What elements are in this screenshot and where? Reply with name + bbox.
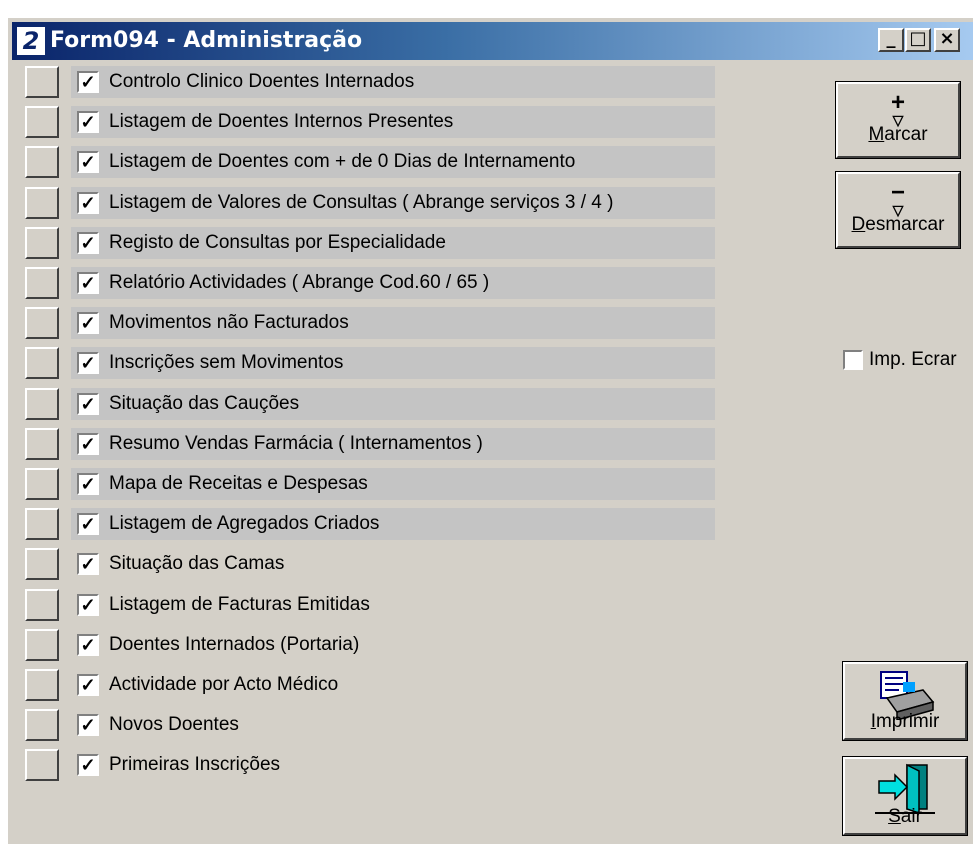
row-selector-button[interactable] bbox=[25, 146, 59, 178]
report-checkbox[interactable]: ✓ bbox=[77, 553, 99, 575]
report-checkbox[interactable]: ✓ bbox=[77, 754, 99, 776]
row-selector-button[interactable] bbox=[25, 307, 59, 339]
report-checkbox[interactable]: ✓ bbox=[77, 312, 99, 334]
report-checkbox[interactable]: ✓ bbox=[77, 272, 99, 294]
row-selector-button[interactable] bbox=[25, 388, 59, 420]
report-checkbox[interactable]: ✓ bbox=[77, 513, 99, 535]
report-checkbox[interactable]: ✓ bbox=[77, 71, 99, 93]
report-checkbox[interactable]: ✓ bbox=[77, 594, 99, 616]
report-checkbox[interactable]: ✓ bbox=[77, 393, 99, 415]
report-checkbox[interactable]: ✓ bbox=[77, 634, 99, 656]
minus-check-icon: − ▽ bbox=[890, 179, 905, 218]
report-label[interactable]: Doentes Internados (Portaria) bbox=[109, 629, 359, 661]
minimize-button[interactable]: _ bbox=[878, 28, 904, 52]
row-selector-button[interactable] bbox=[25, 227, 59, 259]
report-label[interactable]: Controlo Clinico Doentes Internados bbox=[109, 66, 414, 98]
row-selector-button[interactable] bbox=[25, 589, 59, 621]
row-selector-button[interactable] bbox=[25, 66, 59, 98]
report-label[interactable]: Listagem de Doentes Internos Presentes bbox=[109, 106, 453, 138]
app-icon: 2 bbox=[17, 27, 45, 55]
report-label[interactable]: Listagem de Agregados Criados bbox=[109, 508, 379, 540]
report-label[interactable]: Mapa de Receitas e Despesas bbox=[109, 468, 368, 500]
maximize-button[interactable]: □ bbox=[905, 28, 931, 52]
report-checkbox[interactable]: ✓ bbox=[77, 111, 99, 133]
row-selector-button[interactable] bbox=[25, 508, 59, 540]
report-label[interactable]: Relatório Actividades ( Abrange Cod.60 /… bbox=[109, 267, 489, 299]
sair-button[interactable]: Sair bbox=[842, 756, 968, 836]
row-selector-button[interactable] bbox=[25, 749, 59, 781]
report-label[interactable]: Situação das Cauções bbox=[109, 388, 299, 420]
title-bar[interactable]: 2 Form094 - Administração _ □ × bbox=[12, 22, 973, 60]
report-label[interactable]: Resumo Vendas Farmácia ( Internamentos ) bbox=[109, 428, 483, 460]
report-checkbox[interactable]: ✓ bbox=[77, 352, 99, 374]
row-selector-button[interactable] bbox=[25, 428, 59, 460]
imp-ecrar-label[interactable]: Imp. Ecrar bbox=[869, 346, 957, 374]
report-checkbox[interactable]: ✓ bbox=[77, 473, 99, 495]
row-selector-button[interactable] bbox=[25, 669, 59, 701]
close-button[interactable]: × bbox=[934, 28, 960, 52]
report-checkbox[interactable]: ✓ bbox=[77, 151, 99, 173]
report-checkbox[interactable]: ✓ bbox=[77, 232, 99, 254]
report-label[interactable]: Listagem de Facturas Emitidas bbox=[109, 589, 370, 621]
row-selector-button[interactable] bbox=[25, 267, 59, 299]
row-selector-button[interactable] bbox=[25, 629, 59, 661]
row-selector-button[interactable] bbox=[25, 347, 59, 379]
row-selector-button[interactable] bbox=[25, 709, 59, 741]
desmarcar-label: Desmarcar bbox=[851, 214, 945, 235]
window-title: Form094 - Administração bbox=[50, 28, 363, 53]
report-label[interactable]: Actividade por Acto Médico bbox=[109, 669, 338, 701]
sair-label: Sair bbox=[888, 806, 922, 827]
imp-ecrar-checkbox[interactable] bbox=[843, 350, 863, 370]
row-selector-button[interactable] bbox=[25, 106, 59, 138]
report-label[interactable]: Listagem de Doentes com + de 0 Dias de I… bbox=[109, 146, 575, 178]
imprimir-label: Imprimir bbox=[870, 711, 940, 732]
marcar-button[interactable]: + ▽ Marcar bbox=[835, 81, 961, 159]
plus-check-icon: + ▽ bbox=[890, 89, 905, 128]
report-checkbox[interactable]: ✓ bbox=[77, 714, 99, 736]
form094-window: 2 Form094 - Administração _ □ × ✓ Control… bbox=[8, 18, 973, 844]
marcar-label: Marcar bbox=[868, 124, 928, 145]
row-selector-button[interactable] bbox=[25, 468, 59, 500]
report-label[interactable]: Novos Doentes bbox=[109, 709, 239, 741]
report-checkbox[interactable]: ✓ bbox=[77, 433, 99, 455]
desmarcar-button[interactable]: − ▽ Desmarcar bbox=[835, 171, 961, 249]
report-label[interactable]: Movimentos não Facturados bbox=[109, 307, 349, 339]
row-selector-button[interactable] bbox=[25, 548, 59, 580]
report-label[interactable]: Primeiras Inscrições bbox=[109, 749, 280, 781]
report-label[interactable]: Inscrições sem Movimentos bbox=[109, 347, 343, 379]
report-label[interactable]: Situação das Camas bbox=[109, 548, 284, 580]
report-label[interactable]: Listagem de Valores de Consultas ( Abran… bbox=[109, 187, 613, 219]
report-checkbox[interactable]: ✓ bbox=[77, 192, 99, 214]
row-selector-button[interactable] bbox=[25, 187, 59, 219]
report-checkbox[interactable]: ✓ bbox=[77, 674, 99, 696]
report-label[interactable]: Registo de Consultas por Especialidade bbox=[109, 227, 446, 259]
imprimir-button[interactable]: Imprimir bbox=[842, 661, 968, 741]
